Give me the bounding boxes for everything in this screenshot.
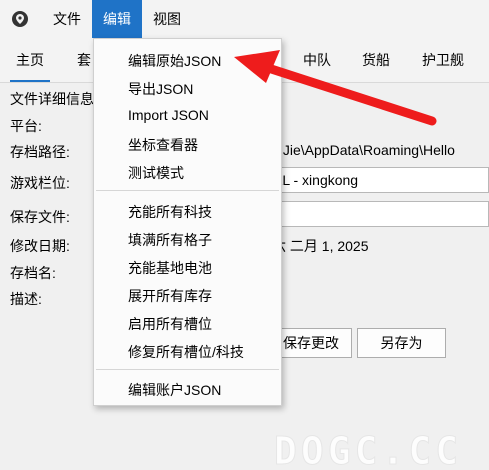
menu-item-repair-all-slots-tech[interactable]: 修复所有槽位/科技 xyxy=(128,342,244,362)
menu-separator xyxy=(96,190,279,191)
menu-item-export-json[interactable]: 导出JSON xyxy=(128,79,193,99)
menu-file[interactable]: 文件 xyxy=(42,0,92,38)
save-as-button[interactable]: 另存为 xyxy=(357,328,446,358)
watermark-logo: DOGC.CC xyxy=(274,430,462,470)
description-label: 描述: xyxy=(10,291,42,307)
menu-item-edit-raw-json[interactable]: 编辑原始JSON xyxy=(128,51,221,71)
menu-item-coordinate-viewer[interactable]: 坐标查看器 xyxy=(128,135,198,155)
edit-dropdown-menu: 编辑原始JSON 导出JSON Import JSON 坐标查看器 测试模式 充… xyxy=(93,38,282,406)
save-changes-button[interactable]: 保存更改 xyxy=(270,328,352,358)
tab-frigate[interactable]: 护卫舰 xyxy=(422,38,464,82)
save-name-label: 存档名: xyxy=(10,265,56,281)
menu-separator xyxy=(96,369,279,370)
save-file-input[interactable] xyxy=(268,201,489,227)
svg-text:DOGC.CC: DOGC.CC xyxy=(274,430,462,470)
modified-date-label: 修改日期: xyxy=(10,238,70,254)
menu-edit[interactable]: 编辑 xyxy=(92,0,142,38)
tab-home[interactable]: 主页 xyxy=(10,38,50,82)
platform-label: 平台: xyxy=(10,118,42,134)
tab-partial[interactable]: 套 xyxy=(77,38,91,82)
save-path-value: niJie\AppData\Roaming\Hello xyxy=(272,142,455,158)
app-logo-icon xyxy=(10,9,30,29)
menu-item-enable-all-slots[interactable]: 启用所有槽位 xyxy=(128,314,212,334)
menu-item-test-mode[interactable]: 测试模式 xyxy=(128,163,184,183)
menu-item-edit-account-json[interactable]: 编辑账户JSON xyxy=(128,380,221,400)
menu-item-recharge-all-tech[interactable]: 充能所有科技 xyxy=(128,202,212,222)
menu-item-import-json[interactable]: Import JSON xyxy=(128,107,209,123)
menu-item-fill-all-slots[interactable]: 填满所有格子 xyxy=(128,230,212,250)
modified-date-value: 六 二月 1, 2025 xyxy=(272,238,369,254)
menu-item-expand-all-inventories[interactable]: 展开所有库存 xyxy=(128,286,212,306)
save-path-label: 存档路径: xyxy=(10,144,70,160)
game-slot-select[interactable]: AL - xingkong xyxy=(268,167,489,193)
menu-view[interactable]: 视图 xyxy=(142,0,192,38)
file-details-heading: 文件详细信息 xyxy=(10,91,94,107)
tab-freighter[interactable]: 货船 xyxy=(362,38,390,82)
menu-item-recharge-base-batteries[interactable]: 充能基地电池 xyxy=(128,258,212,278)
tab-squadron[interactable]: 中队 xyxy=(303,38,331,82)
menu-bar: 文件 编辑 视图 xyxy=(0,0,489,38)
game-slot-label: 游戏栏位: xyxy=(10,175,70,191)
save-file-label: 保存文件: xyxy=(10,209,70,225)
